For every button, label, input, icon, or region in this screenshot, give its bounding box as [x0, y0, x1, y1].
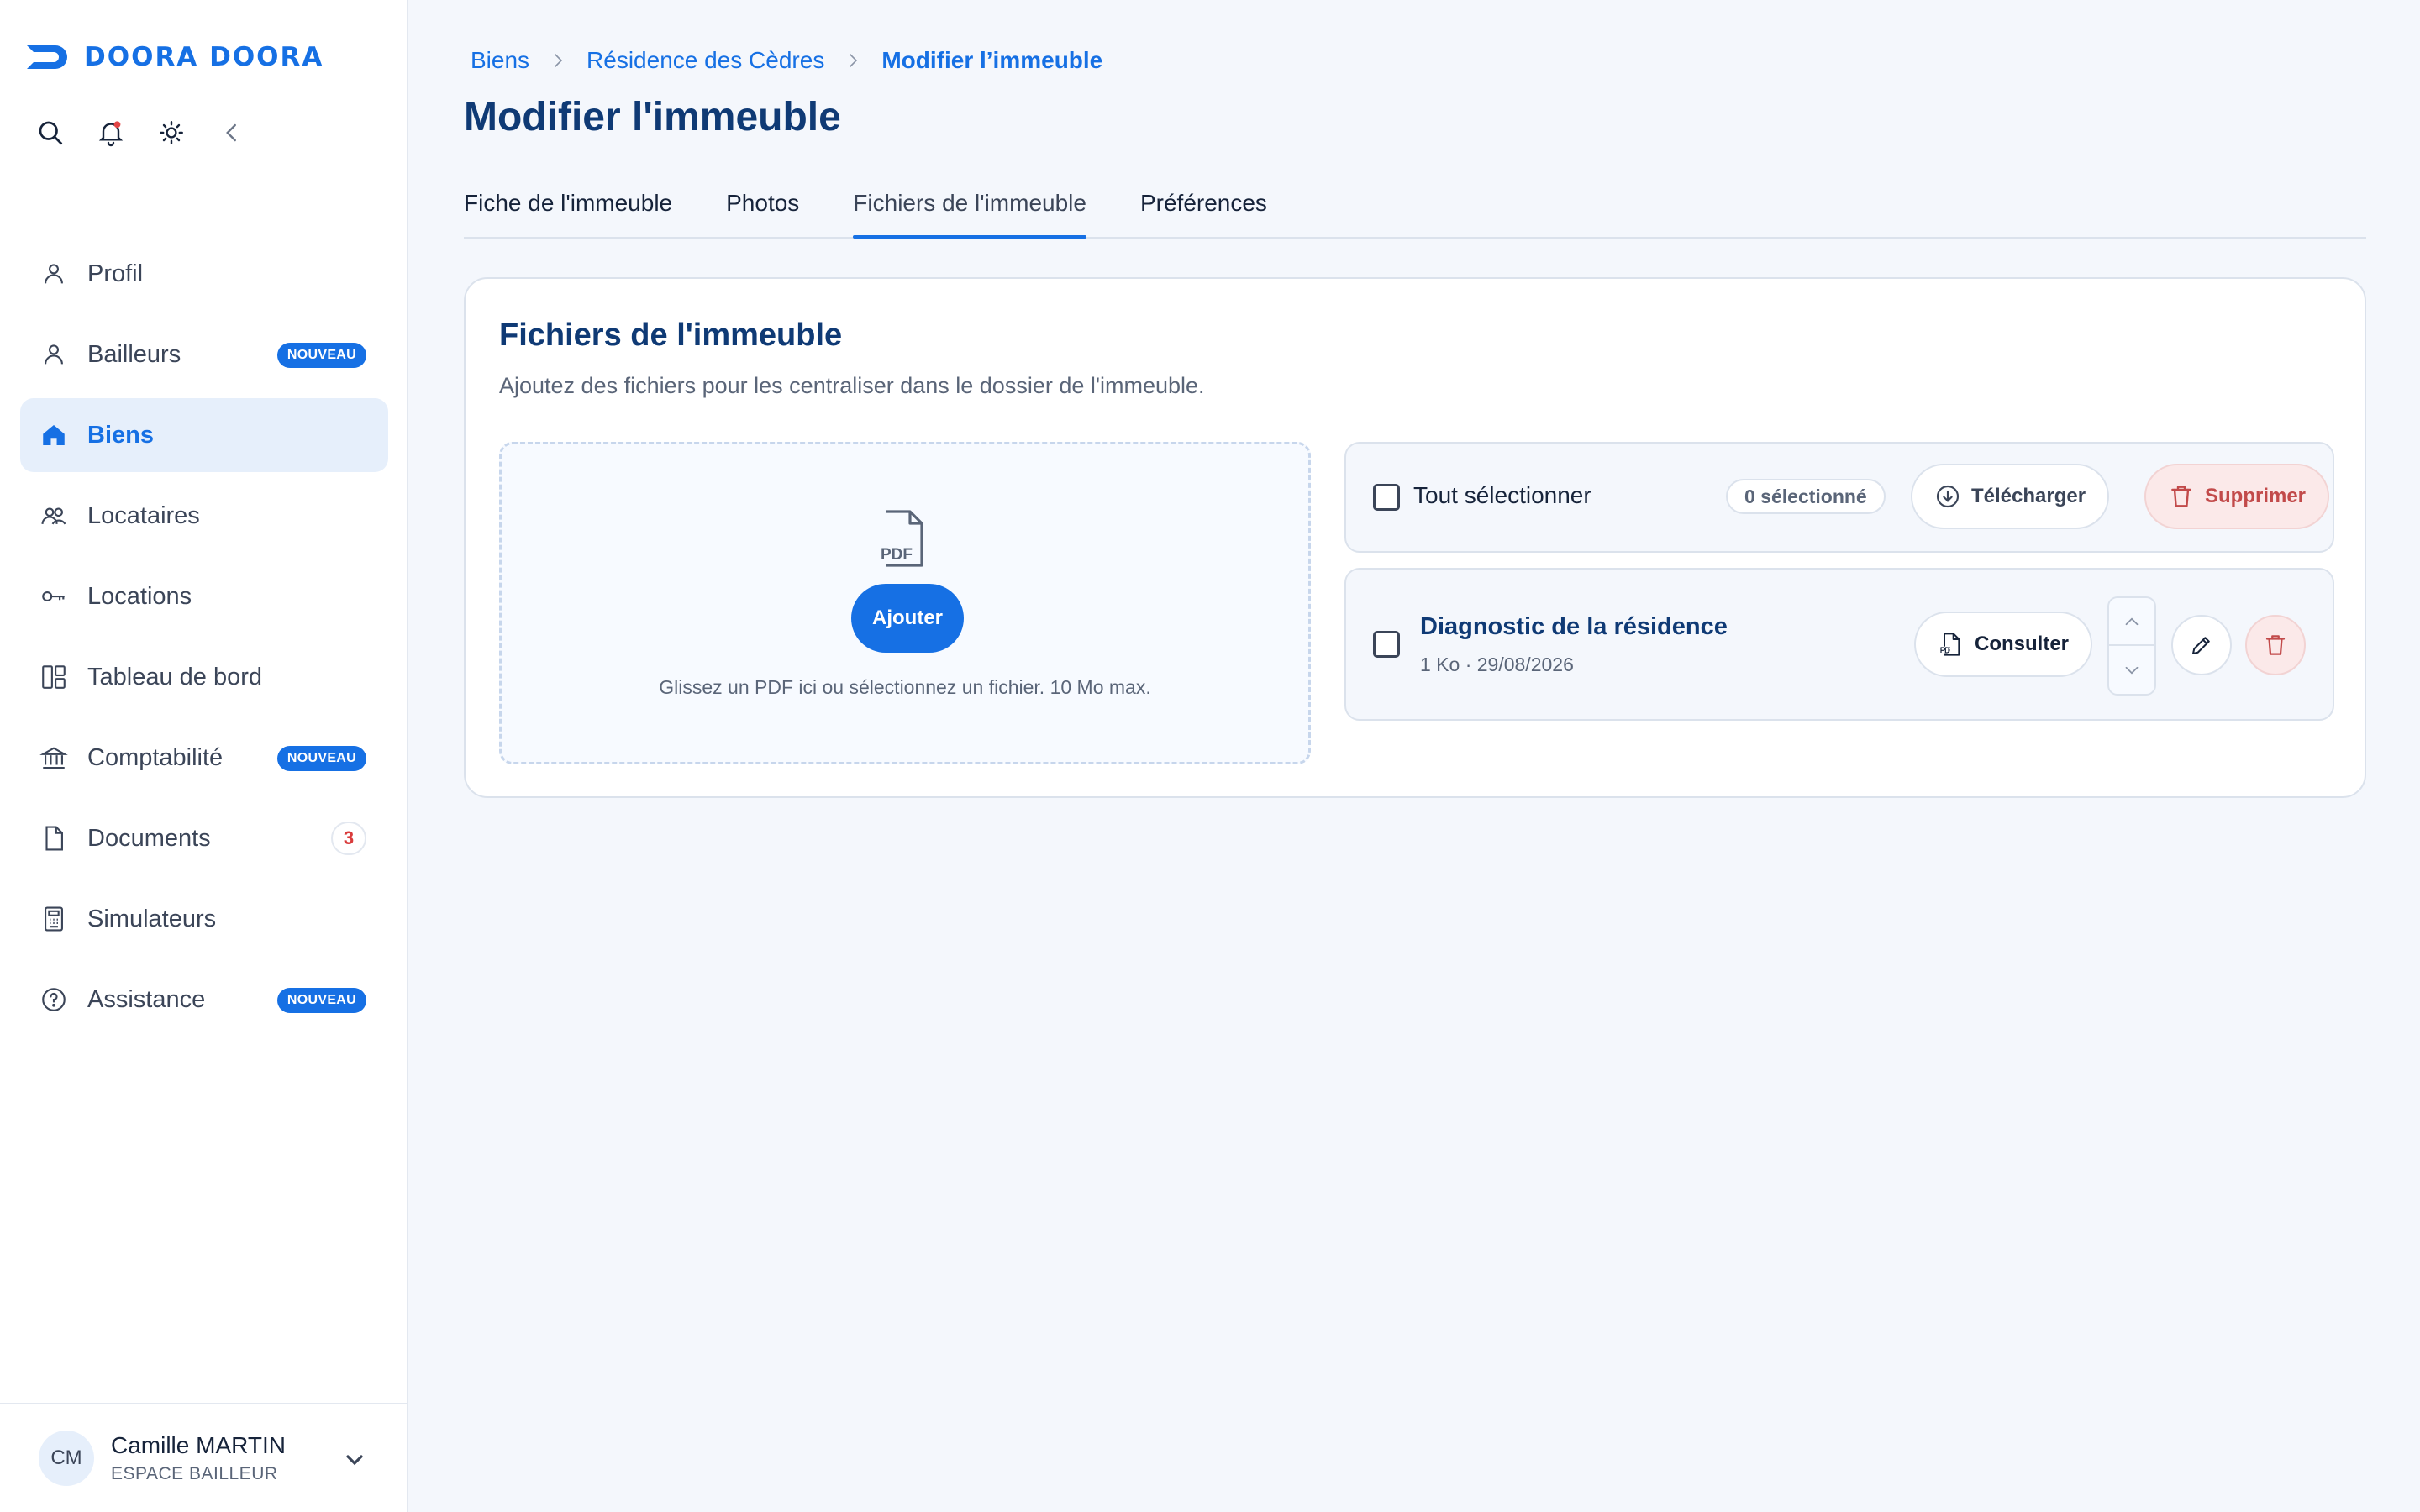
documents-count-badge: 3	[331, 822, 366, 855]
pencil-icon	[2192, 637, 2210, 654]
chevron-down-icon	[2125, 666, 2139, 674]
page-title: Modifier l'immeuble	[464, 95, 841, 139]
sidebar-item-locations[interactable]: Locations	[20, 559, 388, 633]
files-card: Fichiers de l'immeuble Ajoutez des fichi…	[464, 277, 2366, 798]
pdf-file-icon	[1939, 633, 1960, 656]
select-all-checkbox[interactable]	[1373, 484, 1400, 511]
chevron-up-icon	[2125, 617, 2139, 625]
user-menu[interactable]: CM Camille MARTIN ESPACE BAILLEUR	[0, 1403, 407, 1512]
sidebar-item-label: Simulateurs	[87, 905, 217, 932]
files-card-subtitle: Ajoutez des fichiers pour les centralise…	[499, 373, 1205, 398]
tab-photos[interactable]: Photos	[726, 181, 799, 237]
select-all-label[interactable]: Tout sélectionner	[1413, 482, 1591, 509]
selected-count-badge: 0 sélectionné	[1726, 479, 1886, 514]
sidebar-item-documents[interactable]: Documents 3	[20, 801, 388, 875]
sidebar-item-label: Locataires	[87, 501, 200, 529]
dashboard-icon	[39, 662, 69, 692]
sidebar-item-label: Comptabilité	[87, 743, 224, 771]
add-file-button[interactable]: Ajouter	[851, 584, 964, 653]
user-icon	[39, 259, 69, 289]
sidebar-item-label: Tableau de bord	[87, 663, 262, 690]
user-name: Camille MARTIN	[111, 1432, 286, 1458]
consult-button[interactable]: Consulter	[1914, 612, 2093, 677]
calculator-icon	[39, 904, 69, 934]
file-row: Diagnostic de la résidence 1 Ko · 29/08/…	[1344, 568, 2334, 721]
reorder-control	[2107, 596, 2156, 696]
download-button[interactable]: Télécharger	[1911, 464, 2110, 529]
brand-logo[interactable]: DOORA DOORA	[25, 42, 324, 72]
sidebar-item-label: Assistance	[87, 985, 206, 1013]
files-card-title: Fichiers de l'immeuble	[499, 318, 843, 353]
sidebar-item-bailleurs[interactable]: Bailleurs NOUVEAU	[20, 318, 388, 391]
tab-fiche[interactable]: Fiche de l'immeuble	[464, 181, 672, 237]
selection-bar: Tout sélectionner 0 sélectionné Téléchar…	[1344, 442, 2334, 553]
key-icon	[39, 581, 69, 612]
tab-bar: Fiche de l'immeuble Photos Fichiers de l…	[464, 181, 2366, 239]
chevron-left-icon[interactable]	[215, 116, 249, 150]
breadcrumb-item-biens[interactable]: Biens	[471, 47, 529, 74]
new-badge: NOUVEAU	[276, 343, 366, 368]
trash-icon	[2265, 635, 2286, 655]
delete-button-label: Supprimer	[2205, 485, 2307, 507]
sidebar-item-biens[interactable]: Biens	[20, 398, 388, 472]
file-meta: 1 Ko · 29/08/2026	[1420, 654, 1574, 675]
delete-selected-button[interactable]: Supprimer	[2144, 464, 2330, 529]
avatar: CM	[39, 1431, 94, 1486]
home-icon	[39, 420, 69, 450]
sidebar-item-profil[interactable]: Profil	[20, 237, 388, 311]
sun-icon[interactable]	[155, 116, 188, 150]
tab-preferences[interactable]: Préférences	[1140, 181, 1267, 237]
download-icon	[1936, 485, 1960, 508]
brand-name: DOORA DOORA	[84, 42, 324, 72]
tab-fichiers[interactable]: Fichiers de l'immeuble	[853, 181, 1086, 239]
user-icon	[39, 339, 69, 370]
help-icon	[39, 984, 69, 1015]
dropzone-hint: Glissez un PDF ici ou sélectionnez un fi…	[659, 676, 1151, 698]
trash-icon	[2171, 486, 2191, 507]
search-icon[interactable]	[34, 116, 67, 150]
file-dropzone[interactable]: PDF Ajouter Glissez un PDF ici ou sélect…	[499, 442, 1311, 764]
sidebar-item-simulateurs[interactable]: Simulateurs	[20, 882, 388, 956]
sidebar-item-label: Biens	[87, 421, 154, 449]
sidebar-nav: Profil Bailleurs NOUVEAU Biens Locataire…	[20, 237, 388, 1043]
user-info: Camille MARTIN ESPACE BAILLEUR	[111, 1432, 286, 1484]
user-role: ESPACE BAILLEUR	[111, 1464, 278, 1483]
file-checkbox[interactable]	[1373, 631, 1400, 658]
sidebar-item-comptabilite[interactable]: Comptabilité NOUVEAU	[20, 721, 388, 795]
document-icon	[39, 823, 69, 853]
move-up-button[interactable]	[2109, 598, 2154, 646]
brand-logo-mark	[27, 45, 67, 69]
sidebar-toolbar	[34, 116, 249, 150]
download-button-label: Télécharger	[1971, 485, 2086, 507]
sidebar-item-label: Locations	[87, 582, 192, 610]
breadcrumb-item-residence[interactable]: Résidence des Cèdres	[587, 47, 824, 74]
sidebar-item-label: Profil	[87, 260, 144, 287]
sidebar-item-label: Bailleurs	[87, 340, 182, 368]
breadcrumb: Biens Résidence des Cèdres Modifier l’im…	[471, 47, 1102, 74]
delete-file-button[interactable]	[2245, 615, 2306, 675]
pdf-file-icon: PDF	[875, 510, 923, 567]
file-name: Diagnostic de la résidence	[1420, 613, 1728, 640]
pdf-file-icon-label: PDF	[881, 546, 913, 564]
sidebar-item-label: Documents	[87, 824, 211, 852]
consult-button-label: Consulter	[1975, 633, 2070, 655]
bank-icon	[39, 743, 69, 773]
breadcrumb-item-current: Modifier l’immeuble	[881, 47, 1103, 73]
bell-icon[interactable]	[94, 116, 128, 150]
new-badge: NOUVEAU	[276, 988, 366, 1013]
chevron-down-icon[interactable]	[341, 1446, 368, 1473]
new-badge: NOUVEAU	[276, 746, 366, 771]
chevron-right-icon	[555, 54, 563, 67]
sidebar-item-tableau-de-bord[interactable]: Tableau de bord	[20, 640, 388, 714]
users-icon	[39, 501, 69, 531]
sidebar-item-locataires[interactable]: Locataires	[20, 479, 388, 553]
move-down-button[interactable]	[2109, 646, 2154, 694]
sidebar: DOORA DOORA Profil Bailleurs NOUVEAU Bie…	[0, 0, 408, 1512]
sidebar-item-assistance[interactable]: Assistance NOUVEAU	[20, 963, 388, 1037]
edit-file-button[interactable]	[2171, 615, 2232, 675]
chevron-right-icon	[850, 54, 858, 67]
